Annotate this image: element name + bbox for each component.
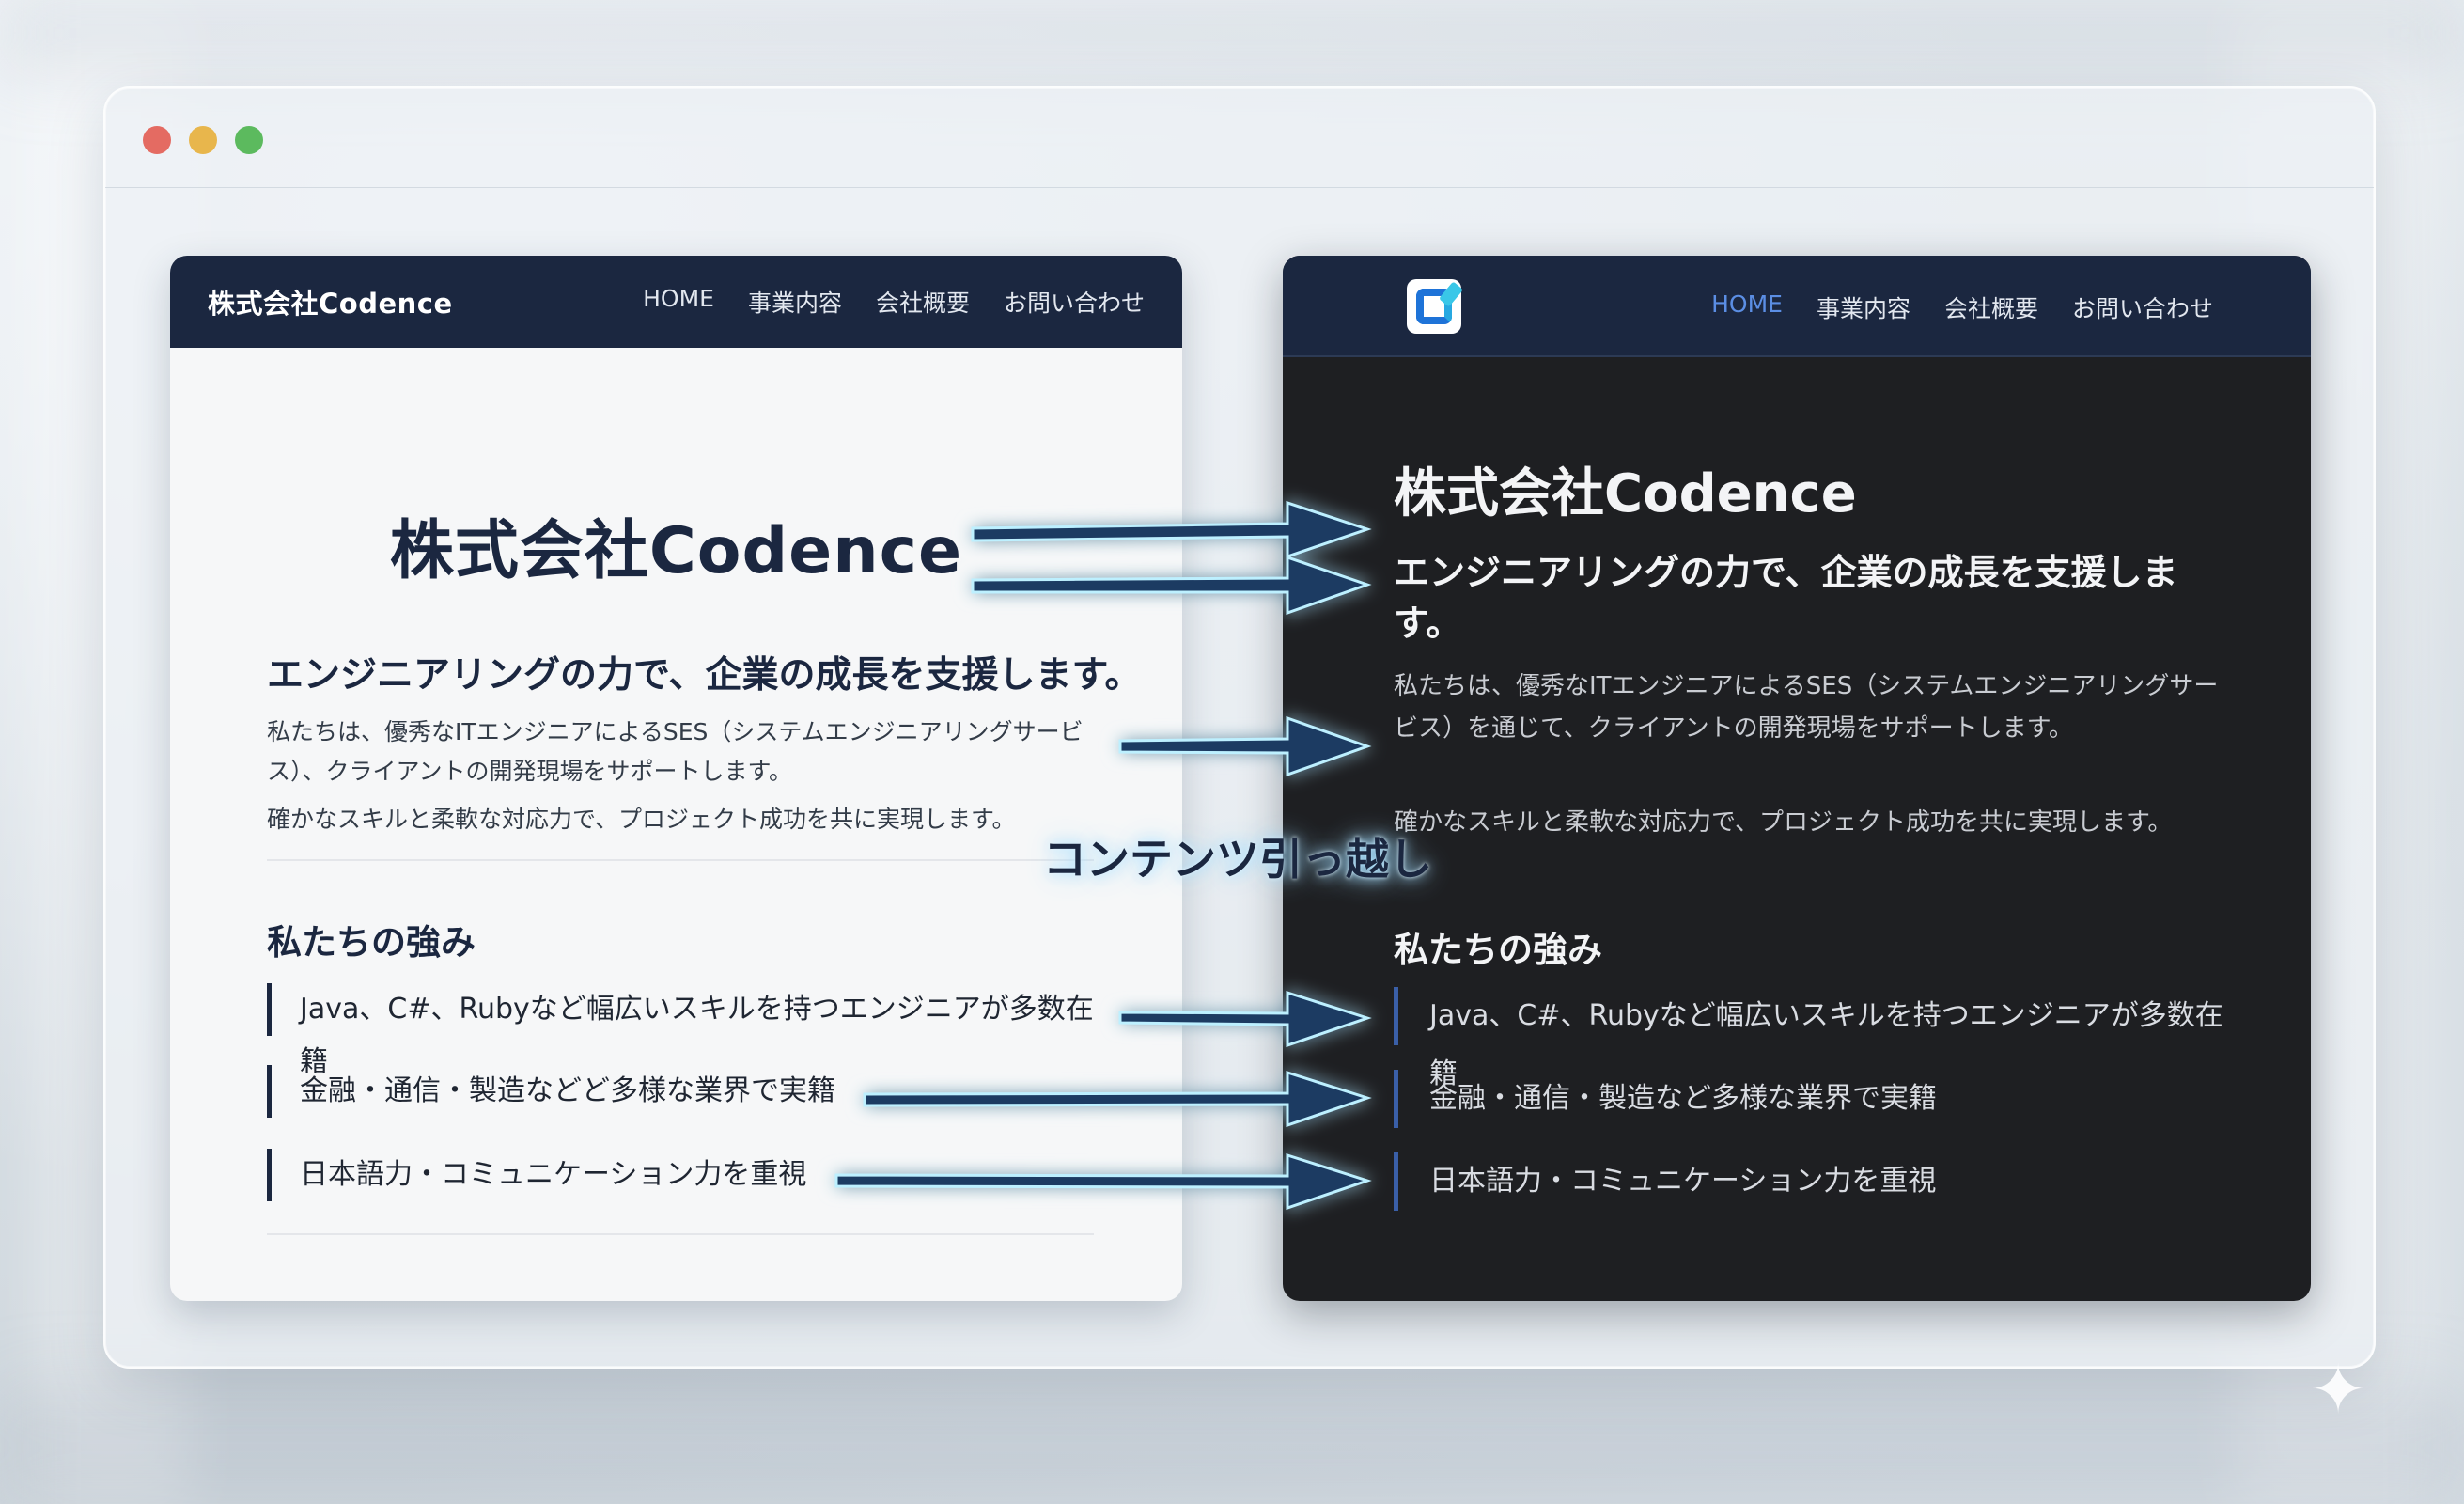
old-site-brand[interactable]: 株式会社Codence [208, 282, 453, 321]
window-maximize-button[interactable] [235, 126, 263, 154]
old-intro-paragraph: 私たちは、優秀なITエンジニアによるSES（システムエンジニアリングサービス）、… [267, 718, 1084, 785]
old-nav-services[interactable]: 事業内容 [748, 285, 842, 319]
new-nav-contact[interactable]: お問い合わせ [2072, 290, 2213, 324]
window-minimize-button[interactable] [189, 126, 217, 154]
new-intro-paragraph: 私たちは、優秀なITエンジニアによるSES（システムエンジニアリングサービス）を… [1394, 672, 2219, 743]
old-strength-item: Java、C#、Rubyなど幅広いスキルを持つエンジニアが多数在籍 [267, 983, 1113, 1078]
old-strength-item: 日本語力・コミュニケーション力を重視 [267, 1149, 1113, 1201]
new-site-panel: HOME 事業内容 会社概要 お問い合わせ 株式会社Codence エンジニアリ… [1283, 256, 2311, 1301]
old-strengths-title: 私たちの強み [267, 922, 476, 963]
old-site-nav-links: HOME 事業内容 会社概要 お問い合わせ [643, 285, 1145, 319]
new-nav-services[interactable]: 事業内容 [1817, 290, 1910, 324]
new-site-navbar: HOME 事業内容 会社概要 お問い合わせ [1283, 256, 2311, 357]
new-strength-item: Java、C#、Rubyなど幅広いスキルを持つエンジニアが多数在籍 [1394, 987, 2239, 1090]
old-divider [267, 859, 1094, 861]
old-nav-contact[interactable]: お問い合わせ [1004, 285, 1145, 319]
old-site-navbar: 株式会社Codence HOME 事業内容 会社概要 お問い合わせ [170, 256, 1182, 348]
new-strengths-title: 私たちの強み [1394, 930, 1602, 970]
new-site-nav-links: HOME 事業内容 会社概要 お問い合わせ [1711, 290, 2213, 324]
new-strength-item: 日本語力・コミュニケーション力を重視 [1394, 1152, 2239, 1211]
new-tagline: エンジニアリングの力で、企業の成長を支援します。 [1394, 552, 2178, 644]
migration-label: コンテンツ引っ越し [1043, 834, 1432, 885]
old-hero-title: 株式会社Codence [389, 514, 963, 588]
old-site-panel: 株式会社Codence HOME 事業内容 会社概要 お問い合わせ 株式会社Co… [170, 256, 1182, 1301]
old-divider-bottom [267, 1233, 1094, 1235]
browser-title-bar [105, 88, 2374, 188]
new-nav-company[interactable]: 会社概要 [1944, 290, 2038, 324]
new-intro-paragraph-2: 確かなスキルと柔軟な対応力で、プロジェクト成功を共に実現します。 [1394, 808, 2173, 837]
sparkle-icon: ✦ [2309, 1350, 2367, 1429]
old-intro-paragraph-2: 確かなスキルと柔軟な対応力で、プロジェクト成功を共に実現します。 [267, 806, 1016, 833]
old-nav-home[interactable]: HOME [643, 285, 714, 319]
new-nav-home[interactable]: HOME [1711, 290, 1783, 324]
old-strength-item: 金融・通信・製造などど多様な業界で実籍 [267, 1065, 1113, 1118]
new-hero-title: 株式会社Codence [1394, 463, 1857, 525]
window-close-button[interactable] [143, 126, 171, 154]
new-strength-item: 金融・通信・製造など多様な業界で実籍 [1394, 1070, 2239, 1128]
codence-logo-icon[interactable] [1407, 279, 1461, 334]
old-nav-company[interactable]: 会社概要 [876, 285, 970, 319]
old-tagline: エンジニアリングの力で、企業の成長を支援します。 [267, 654, 1142, 697]
